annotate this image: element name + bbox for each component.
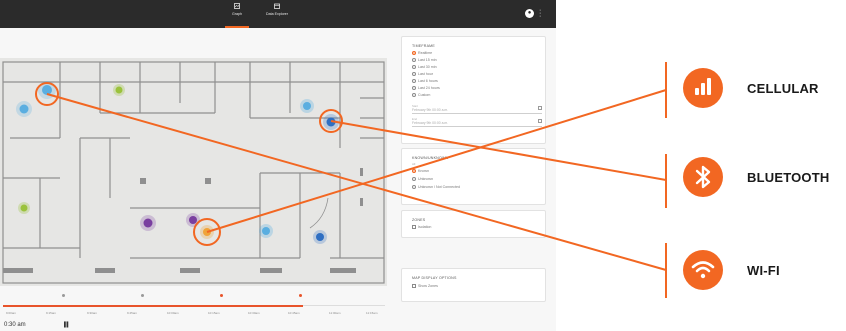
other-device-marker[interactable] xyxy=(18,202,30,214)
radio-icon xyxy=(412,93,416,98)
option-label: Unknown / Not Connected xyxy=(418,185,460,189)
radio-icon xyxy=(412,72,416,77)
start-date-value: February 9th 00:00 a.m. xyxy=(412,107,449,112)
known-option[interactable]: Known xyxy=(412,169,429,174)
time-tick: 11:15am xyxy=(366,311,378,315)
floor-plan-map[interactable] xyxy=(0,58,387,286)
option-label: Last hour xyxy=(418,72,433,76)
timeframe-option[interactable]: Last 24 hours xyxy=(412,86,440,91)
map-display-options-panel: MAP DISPLAY OPTIONS Show Zones xyxy=(401,268,546,302)
radio-selected-icon xyxy=(412,169,416,174)
map-display-title: MAP DISPLAY OPTIONS xyxy=(412,276,457,280)
timeline-progress[interactable] xyxy=(3,305,303,307)
timeline-event-marker[interactable] xyxy=(220,294,223,297)
calendar-icon[interactable] xyxy=(538,106,542,110)
wifi-device-marker[interactable] xyxy=(186,213,200,227)
current-time: 0:30 am xyxy=(4,322,26,328)
bluetooth-device-marker[interactable] xyxy=(313,230,327,244)
bluetooth-icon xyxy=(683,157,723,197)
info-device-marker[interactable] xyxy=(16,101,32,117)
option-label: Known xyxy=(418,169,429,173)
timeline[interactable]: 9:00am 9:15am 9:30am 9:45am 10:00am 10:1… xyxy=(0,290,387,330)
time-tick: 11:00am xyxy=(329,311,341,315)
legend-wifi-label: WI-FI xyxy=(747,263,780,278)
zone-isolation-option[interactable]: Isolation xyxy=(412,225,432,230)
time-tick: 9:30am xyxy=(87,311,98,315)
other-device-marker[interactable] xyxy=(113,84,125,96)
option-label: Isolation xyxy=(418,225,432,229)
timeframe-option-realtime[interactable]: Realtime xyxy=(412,51,433,56)
option-label: Show Zones xyxy=(418,284,438,288)
cellular-device-marker[interactable] xyxy=(200,225,214,239)
radio-icon xyxy=(412,65,416,70)
radio-icon xyxy=(412,177,416,182)
time-tick: 10:30am xyxy=(248,311,260,315)
tab-graph[interactable]: Graph xyxy=(217,3,257,16)
wifi-icon xyxy=(683,250,723,290)
cellular-signal-icon xyxy=(683,68,723,108)
timeline-event-marker[interactable] xyxy=(141,294,144,297)
pause-icon[interactable]: ▌▌ xyxy=(64,322,70,328)
zones-panel: ZONES Isolation xyxy=(401,210,546,238)
timeframe-option-custom[interactable]: Custom xyxy=(412,93,431,98)
radio-icon xyxy=(412,79,416,84)
option-label: Custom xyxy=(418,93,431,97)
timeframe-option[interactable]: Last hour xyxy=(412,72,433,77)
info-device-marker[interactable] xyxy=(300,99,314,113)
radio-icon xyxy=(412,185,416,190)
all-label: All xyxy=(412,162,416,166)
device-markers xyxy=(16,81,339,244)
wifi-device-marker[interactable] xyxy=(38,81,56,99)
end-date-value: February 9th 00:00 a.m. xyxy=(412,120,449,125)
option-label: Last 15 min xyxy=(418,58,437,62)
wifi-device-marker[interactable] xyxy=(140,215,156,231)
account-icon[interactable]: ● xyxy=(525,9,534,18)
tab-data-explorer-label: Data Explorer xyxy=(266,12,288,16)
known-unknown-title: KNOWN/UNKNOWN xyxy=(412,156,449,160)
timeframe-option[interactable]: Last 6 hours xyxy=(412,79,438,84)
timeline-event-marker[interactable] xyxy=(299,294,302,297)
time-tick: 10:15am xyxy=(208,311,220,315)
timeframe-title: TIMEFRAME xyxy=(412,44,435,48)
map-icon xyxy=(217,3,257,10)
time-tick: 10:45am xyxy=(288,311,300,315)
calendar-icon xyxy=(257,3,297,10)
info-device-marker[interactable] xyxy=(259,224,273,238)
known-unknown-panel: KNOWN/UNKNOWN All Known Unknown Unknown … xyxy=(401,148,546,205)
tab-data-explorer[interactable]: Data Explorer xyxy=(257,3,297,16)
timeframe-panel: TIMEFRAME Realtime Last 15 min Last 30 m… xyxy=(401,36,546,144)
calendar-icon[interactable] xyxy=(538,119,542,123)
zones-title: ZONES xyxy=(412,218,426,222)
radio-icon xyxy=(412,86,416,91)
radio-icon xyxy=(412,58,416,63)
time-tick: 9:15am xyxy=(46,311,57,315)
checkbox-icon xyxy=(412,284,416,289)
end-date-field[interactable]: End February 9th 00:00 a.m. xyxy=(412,117,542,127)
time-tick: 9:45am xyxy=(127,311,138,315)
kebab-menu-icon[interactable]: · · · xyxy=(539,7,541,20)
unknown-not-connected-option[interactable]: Unknown / Not Connected xyxy=(412,185,460,190)
timeframe-option[interactable]: Last 15 min xyxy=(412,58,437,63)
time-tick: 9:00am xyxy=(6,311,17,315)
bluetooth-device-marker[interactable] xyxy=(323,114,339,130)
time-tick: 10:00am xyxy=(167,311,179,315)
timeline-track[interactable] xyxy=(303,305,385,307)
start-date-field[interactable]: Start February 9th 00:00 a.m. xyxy=(412,104,542,114)
timeframe-option[interactable]: Last 30 min xyxy=(412,65,437,70)
show-zones-option[interactable]: Show Zones xyxy=(412,284,438,289)
option-label: Last 24 hours xyxy=(418,86,440,90)
option-label: Realtime xyxy=(418,51,433,55)
timeline-event-marker[interactable] xyxy=(62,294,65,297)
tab-graph-label: Graph xyxy=(232,12,242,16)
top-app-bar: Graph Data Explorer ● · · · xyxy=(0,0,556,28)
radio-selected-icon xyxy=(412,51,416,56)
unknown-option[interactable]: Unknown xyxy=(412,177,433,182)
option-label: Last 30 min xyxy=(418,65,437,69)
legend-bluetooth-label: BLUETOOTH xyxy=(747,170,830,185)
option-label: Unknown xyxy=(418,177,433,181)
legend-cellular-label: CELLULAR xyxy=(747,81,819,96)
checkbox-icon xyxy=(412,225,416,230)
option-label: Last 6 hours xyxy=(418,79,438,83)
